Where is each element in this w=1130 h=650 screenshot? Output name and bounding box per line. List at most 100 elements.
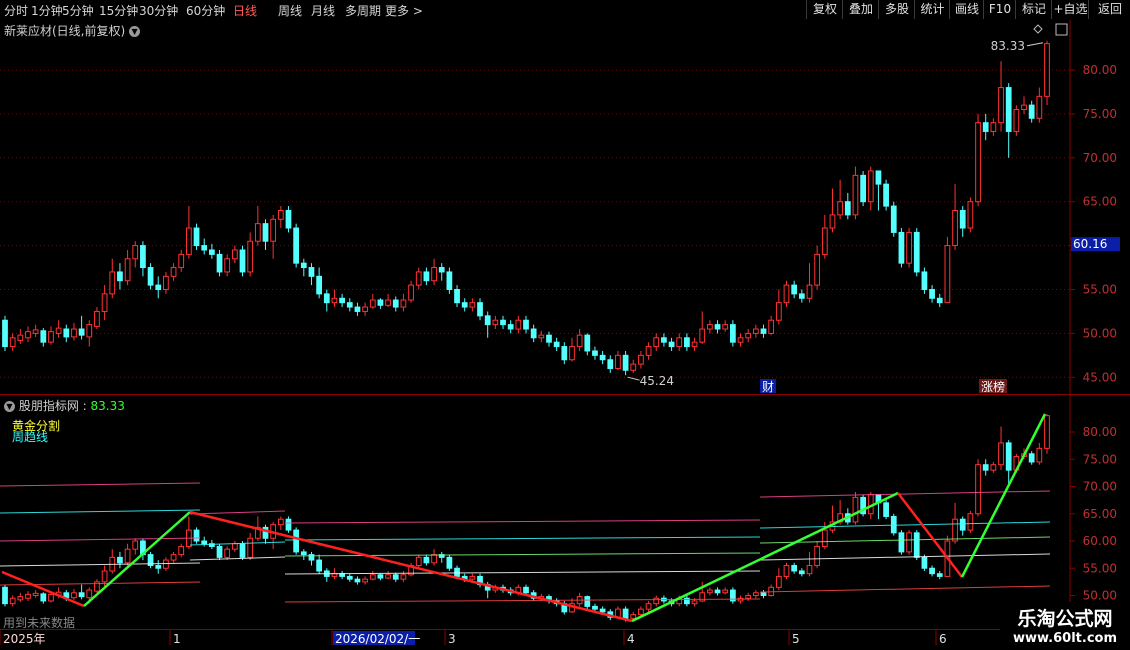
candle-body	[967, 201, 974, 229]
sub-candle-body	[745, 595, 752, 599]
candle-body	[109, 271, 116, 295]
low-price-label: 45.24	[640, 374, 674, 388]
current-price-label: 60.16	[1073, 237, 1107, 251]
candle-body	[415, 271, 422, 286]
sub-candle-body	[990, 464, 997, 471]
candle-body	[124, 258, 131, 282]
candle-body	[231, 249, 238, 260]
sub-candle-body	[584, 596, 591, 607]
sub-candle-body	[936, 573, 943, 577]
sub-candle-body	[1028, 453, 1035, 463]
candle-body	[17, 334, 24, 341]
candle-body	[752, 328, 759, 334]
candle-body	[431, 267, 437, 282]
sub-candle-body	[852, 496, 859, 523]
candle-body	[117, 271, 123, 282]
sub-candle-body	[415, 556, 422, 567]
candle-body	[170, 267, 177, 277]
sub-candle-body	[362, 578, 368, 583]
sub-candle-body	[982, 464, 989, 471]
candle-body	[622, 354, 629, 371]
candle-body	[844, 201, 851, 216]
sub-candle-body	[48, 593, 54, 602]
candle-body	[929, 289, 935, 299]
sub-candle-body	[155, 565, 162, 569]
sub-candle-body	[998, 442, 1004, 466]
sub-candle-body	[952, 518, 958, 542]
candle-body	[239, 249, 246, 273]
candle-body	[101, 293, 108, 312]
candle-body	[707, 324, 713, 330]
candle-body	[729, 324, 736, 343]
candle-body	[94, 310, 100, 327]
candle-body	[699, 328, 706, 343]
main-tick-label-3: 65.00	[1083, 195, 1117, 209]
candle-body	[362, 306, 368, 312]
candle-body	[507, 324, 514, 330]
sub-candle-body	[645, 603, 652, 610]
candle-body	[461, 302, 468, 308]
candle-body	[783, 284, 790, 304]
candle-body	[354, 306, 361, 312]
candle-body	[814, 253, 821, 286]
candle-body	[722, 324, 729, 330]
candle-body	[561, 346, 568, 361]
sub-candle-body	[224, 548, 231, 558]
candle-body	[446, 271, 453, 291]
sub-candle-body	[1005, 442, 1012, 471]
sub-candle-body	[959, 518, 966, 531]
candle-body	[883, 183, 889, 207]
candle-body	[32, 329, 39, 334]
candle-body	[1013, 109, 1020, 132]
sub-candle-body	[913, 532, 920, 558]
candle-body	[837, 201, 844, 216]
sub-candle-body	[975, 464, 981, 515]
candle-body	[990, 122, 997, 132]
candle-body	[155, 284, 162, 290]
candle-body	[208, 249, 215, 255]
candle-body	[661, 337, 667, 343]
candle-body	[959, 209, 966, 229]
candle-body	[323, 293, 330, 304]
candle-body	[55, 327, 62, 334]
candle-body	[331, 297, 338, 304]
sub-candle-body	[377, 574, 384, 579]
candle-body	[270, 218, 277, 242]
sub-candle-body	[806, 565, 813, 575]
candle-body	[392, 299, 399, 308]
candle-body	[768, 319, 775, 334]
candle-body	[523, 319, 529, 330]
sub-candle-body	[906, 532, 912, 553]
sub-candle-body	[117, 556, 123, 564]
candle-body	[308, 267, 315, 277]
sub-candle-body	[178, 545, 185, 556]
time-label-2: 2026/02/02/一	[335, 632, 420, 646]
sub-tick-label-0: 80.00	[1083, 425, 1117, 439]
candle-body	[186, 227, 192, 255]
candle-body	[423, 271, 430, 282]
sub-candle-body	[354, 578, 361, 583]
sub-tick-label-3: 65.00	[1083, 507, 1117, 521]
candle-body	[163, 275, 169, 290]
candle-body	[852, 174, 859, 216]
candle-body	[1044, 43, 1050, 97]
future-data-note: 用到未来数据	[3, 616, 76, 630]
sub-candle-body	[385, 574, 391, 579]
time-label-5: 5	[792, 632, 800, 646]
candle-body	[653, 337, 660, 348]
candle-body	[71, 328, 77, 338]
kline-chart[interactable]: 80.00 75.00 70.00 65.00 60.00 55.00 50.00 45.00…	[0, 0, 1130, 650]
candle-body	[385, 299, 391, 306]
candle-body	[760, 328, 767, 334]
sub-candle-body	[247, 537, 254, 558]
sub-candle-body	[32, 592, 39, 597]
candle-body	[576, 334, 583, 348]
candle-body	[178, 253, 185, 269]
chevron-down-icon[interactable]: ▼	[4, 401, 15, 412]
site-watermark: 乐淘公式网 www.60lt.com	[1000, 602, 1130, 650]
sub-candle-body	[431, 554, 437, 564]
indicator-name: 股朋指标网	[18, 399, 79, 413]
candle-body	[300, 262, 307, 269]
chevron-down-icon[interactable]: ▼	[129, 26, 141, 37]
candle-body	[400, 299, 407, 308]
